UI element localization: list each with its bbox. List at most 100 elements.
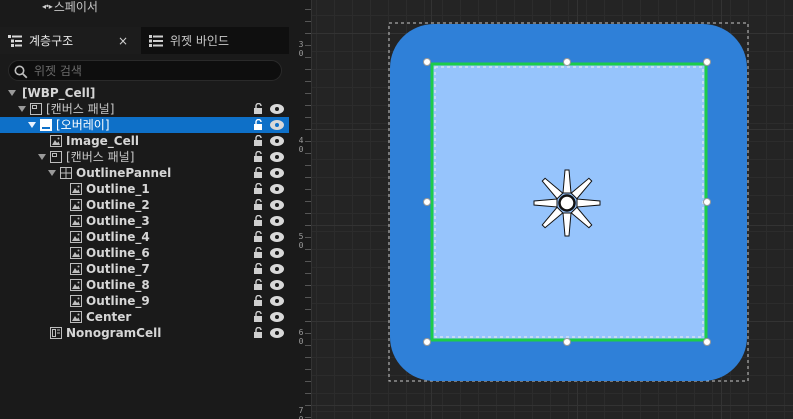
ruler-tick xyxy=(305,417,311,418)
tree-row[interactable]: Outline_1 xyxy=(0,181,289,197)
ruler-tick xyxy=(305,357,311,358)
unlock-icon[interactable] xyxy=(253,198,264,211)
visibility-eye-icon[interactable] xyxy=(270,200,284,210)
ruler-tick xyxy=(305,405,311,406)
unlock-icon[interactable] xyxy=(253,310,264,323)
unlock-icon[interactable] xyxy=(253,294,264,307)
unlock-icon[interactable] xyxy=(253,150,264,163)
visibility-eye-icon[interactable] xyxy=(270,312,284,322)
tree-row-label: Outline_3 xyxy=(86,214,150,228)
visibility-eye-icon[interactable] xyxy=(270,184,284,194)
tree-row[interactable]: Center xyxy=(0,309,289,325)
ruler-tick xyxy=(305,297,311,298)
canvas-panel-icon xyxy=(30,103,42,115)
tree-row-label: Outline_1 xyxy=(86,182,150,196)
close-icon[interactable]: × xyxy=(118,34,128,48)
tab-bar: 계층구조 × 위젯 바인드 xyxy=(0,27,289,54)
bind-icon xyxy=(149,34,163,47)
widget-canvas xyxy=(388,22,749,382)
unlock-icon[interactable] xyxy=(253,230,264,243)
nonogram-cell-widget[interactable] xyxy=(388,22,749,382)
expand-arrow-icon[interactable] xyxy=(48,170,56,176)
anchor-icon xyxy=(533,169,601,237)
ruler-tick xyxy=(305,213,311,214)
unlock-icon[interactable] xyxy=(253,214,264,227)
visibility-eye-icon[interactable] xyxy=(270,152,284,162)
tab-bindings[interactable]: 위젯 바인드 xyxy=(141,27,289,54)
palette-item-spacer[interactable]: ◂•▸ 스페이서 xyxy=(42,0,98,16)
tree-row-label: Outline_9 xyxy=(86,294,150,308)
ruler-tick xyxy=(305,393,311,394)
tree-row-label: [캔버스 패널] xyxy=(46,102,115,116)
visibility-eye-icon[interactable] xyxy=(270,264,284,274)
designer-viewport[interactable]: 30 40 50 60 70 xyxy=(289,0,793,419)
expand-arrow-icon[interactable] xyxy=(18,106,26,112)
ruler-tick xyxy=(305,201,311,202)
ruler-label: 50 xyxy=(298,232,304,250)
tree-row[interactable]: Outline_6 xyxy=(0,245,289,261)
ruler-tick xyxy=(305,285,311,286)
ruler-label: 70 xyxy=(298,406,304,419)
visibility-eye-icon[interactable] xyxy=(270,168,284,178)
unlock-icon[interactable] xyxy=(253,134,264,147)
tree-row-label: Outline_6 xyxy=(86,246,150,260)
tree-row[interactable]: OutlinePannel xyxy=(0,165,289,181)
visibility-eye-icon[interactable] xyxy=(270,104,284,114)
tree-row-label: Outline_4 xyxy=(86,230,150,244)
unlock-icon[interactable] xyxy=(253,246,264,259)
tree-row[interactable]: NonogramCell xyxy=(0,325,289,341)
resize-handle-bottom xyxy=(563,338,571,346)
unlock-icon[interactable] xyxy=(253,262,264,275)
tree-row[interactable]: Outline_4 xyxy=(0,229,289,245)
visibility-eye-icon[interactable] xyxy=(270,248,284,258)
tree-row[interactable]: Outline_8 xyxy=(0,277,289,293)
unlock-icon[interactable] xyxy=(253,326,264,339)
unlock-icon[interactable] xyxy=(253,278,264,291)
tab-hierarchy[interactable]: 계층구조 × xyxy=(0,27,141,54)
resize-handle-right xyxy=(703,198,711,206)
ruler-tick xyxy=(305,369,311,370)
anchor-petal xyxy=(533,198,558,208)
visibility-eye-icon[interactable] xyxy=(270,120,284,130)
search-input[interactable] xyxy=(34,63,254,78)
visibility-eye-icon[interactable] xyxy=(270,280,284,290)
ruler-tick xyxy=(305,165,311,166)
tree-row[interactable]: Outline_3 xyxy=(0,213,289,229)
unlock-icon[interactable] xyxy=(253,118,264,131)
visibility-eye-icon[interactable] xyxy=(270,296,284,306)
visibility-eye-icon[interactable] xyxy=(270,328,284,338)
anchor-petal xyxy=(576,198,601,208)
tree-row-label: OutlinePannel xyxy=(76,166,172,180)
expand-arrow-icon[interactable] xyxy=(28,122,36,128)
ruler-tick xyxy=(305,309,311,310)
tree-row-label: [캔버스 패널] xyxy=(66,150,135,164)
visibility-eye-icon[interactable] xyxy=(270,136,284,146)
expand-arrow-icon[interactable] xyxy=(38,154,46,160)
ruler-label: 40 xyxy=(298,136,304,154)
tree-row[interactable]: Outline_9 xyxy=(0,293,289,309)
user-widget-icon xyxy=(50,327,62,339)
unlock-icon[interactable] xyxy=(253,182,264,195)
image-icon xyxy=(70,183,82,195)
ruler-label: 60 xyxy=(298,328,304,346)
tree-row[interactable]: [WBP_Cell] xyxy=(0,85,289,101)
tree-row[interactable]: [캔버스 패널] xyxy=(0,149,289,165)
ruler-tick xyxy=(305,105,311,106)
tree-row[interactable]: Outline_7 xyxy=(0,261,289,277)
image-icon xyxy=(70,263,82,275)
search-icon xyxy=(14,64,28,78)
unlock-icon[interactable] xyxy=(253,166,264,179)
visibility-eye-icon[interactable] xyxy=(270,232,284,242)
tree-row[interactable]: Image_Cell xyxy=(0,133,289,149)
search-box[interactable] xyxy=(8,60,282,81)
grid-panel-icon xyxy=(60,167,72,179)
unlock-icon[interactable] xyxy=(253,102,264,115)
visibility-eye-icon[interactable] xyxy=(270,216,284,226)
tree-row[interactable]: Outline_2 xyxy=(0,197,289,213)
ruler-tick xyxy=(305,93,311,94)
anchor-petal xyxy=(562,169,572,194)
tree-row[interactable]: [오버레이] xyxy=(0,117,289,133)
resize-handle-tr xyxy=(703,58,711,66)
tree-row[interactable]: [캔버스 패널] xyxy=(0,101,289,117)
expand-arrow-icon[interactable] xyxy=(8,90,16,96)
